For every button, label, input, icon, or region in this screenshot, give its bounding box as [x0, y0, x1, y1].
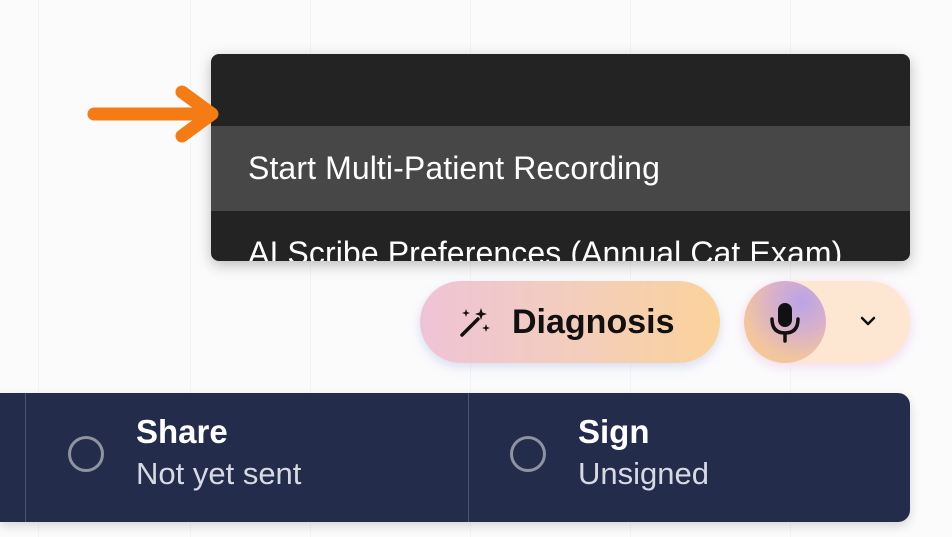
sign-status-item[interactable]: Sign Unsigned	[469, 393, 910, 522]
page: Start Multi-Patient Recording AI Scribe …	[0, 0, 952, 537]
chevron-down-icon	[860, 316, 876, 326]
menu-item-ai-scribe-preferences[interactable]: AI Scribe Preferences (Annual Cat Exam)	[211, 211, 910, 261]
magic-wand-icon	[460, 308, 490, 337]
menu-item-start-multi-patient-recording[interactable]: Start Multi-Patient Recording	[211, 126, 910, 211]
microphone-button[interactable]	[744, 281, 826, 363]
recording-options-menu: Start Multi-Patient Recording AI Scribe …	[211, 54, 910, 261]
diagnosis-button-label: Diagnosis	[512, 303, 675, 341]
sign-status-circle-icon	[510, 436, 546, 472]
recording-split-button	[744, 281, 910, 363]
share-status-title: Share	[136, 413, 228, 450]
recording-options-toggle[interactable]	[848, 306, 888, 338]
sign-status-subtitle: Unsigned	[578, 456, 709, 491]
note-status-bar: Share Not yet sent Sign Unsigned	[0, 393, 910, 522]
annotation-arrow-icon	[87, 85, 219, 143]
share-status-item[interactable]: Share Not yet sent	[26, 393, 468, 522]
share-status-circle-icon	[68, 436, 104, 472]
share-status-subtitle: Not yet sent	[136, 456, 302, 491]
sign-status-title: Sign	[578, 413, 650, 450]
microphone-icon	[770, 303, 800, 343]
menu-item-label: AI Scribe Preferences (Annual Cat Exam)	[248, 235, 843, 261]
menu-item-label: Start Multi-Patient Recording	[248, 150, 660, 186]
diagnosis-button[interactable]: Diagnosis	[420, 281, 720, 363]
